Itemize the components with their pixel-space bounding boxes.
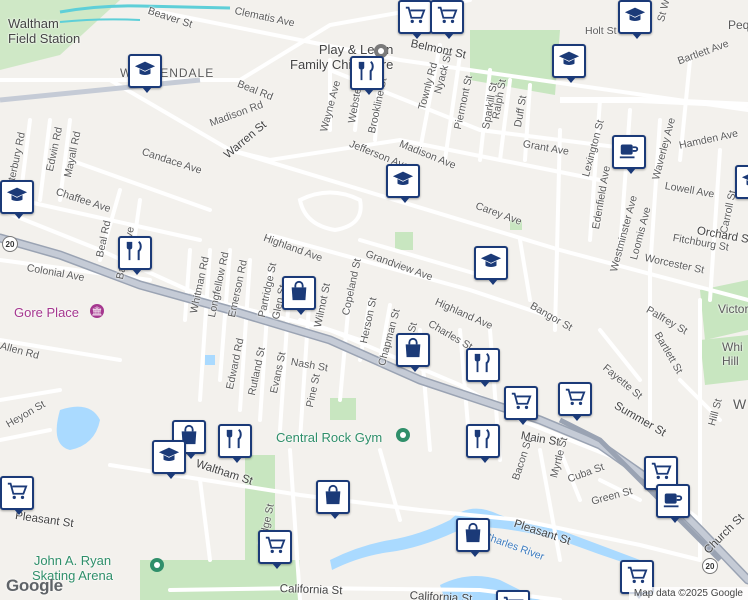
shopping-bag-icon <box>322 484 344 511</box>
shopping-cart-icon <box>436 4 458 31</box>
area-label-whi: Whi <box>722 340 743 354</box>
school-marker[interactable] <box>386 164 420 203</box>
shopping-cart-icon <box>650 460 672 487</box>
grocery-store-marker[interactable] <box>258 530 292 569</box>
street-label: Holt St <box>585 25 617 37</box>
area-label-victory: Victory <box>718 302 748 316</box>
grocery-store-marker[interactable] <box>496 590 530 600</box>
grocery-store-marker[interactable] <box>504 386 538 425</box>
grocery-store-marker[interactable] <box>0 476 34 515</box>
coffee-icon <box>618 139 640 166</box>
restaurant-icon <box>472 352 494 379</box>
grocery-store-marker[interactable] <box>558 382 592 421</box>
shopping-cart-icon <box>502 594 524 600</box>
gym-pin-icon[interactable] <box>396 428 410 442</box>
shopping-cart-icon <box>6 480 28 507</box>
grocery-store-marker[interactable] <box>398 0 432 39</box>
map-canvas[interactable]: Waltham Field Station WARRENDALE Play & L… <box>0 0 748 600</box>
park-pin-icon[interactable] <box>150 558 164 572</box>
place-label-waltham-field-station: Waltham Field Station <box>8 16 81 46</box>
shopping-bag-icon <box>288 280 310 307</box>
school-marker[interactable] <box>128 54 162 93</box>
route-20-shield-icon: 20 <box>702 558 718 574</box>
restaurant-marker[interactable] <box>218 424 252 463</box>
restaurant-icon <box>224 428 246 455</box>
school-marker[interactable] <box>552 44 586 83</box>
school-icon <box>480 250 502 277</box>
shopping-cart-icon <box>404 4 426 31</box>
store-marker[interactable] <box>316 480 350 519</box>
cafe-marker[interactable] <box>656 484 690 523</box>
restaurant-icon <box>356 60 378 87</box>
store-marker[interactable] <box>456 518 490 557</box>
store-marker[interactable] <box>282 276 316 315</box>
restaurant-marker[interactable] <box>350 56 384 95</box>
school-marker[interactable] <box>0 180 34 219</box>
restaurant-marker[interactable] <box>466 348 500 387</box>
area-label-w: W <box>733 396 747 412</box>
map-attribution[interactable]: Map data ©2025 Google <box>628 587 748 600</box>
school-icon <box>392 168 414 195</box>
restaurant-marker[interactable] <box>118 236 152 275</box>
school-icon <box>741 169 748 196</box>
school-icon <box>158 444 180 471</box>
place-label-gore-place: Gore Place <box>14 305 80 320</box>
school-icon <box>624 4 646 31</box>
shopping-cart-icon <box>510 390 532 417</box>
area-label-hill: Hill <box>722 354 739 368</box>
school-icon <box>6 184 28 211</box>
school-icon <box>134 58 156 85</box>
street-label: California St <box>279 583 343 598</box>
grocery-store-marker[interactable] <box>430 0 464 39</box>
restaurant-icon <box>124 240 146 267</box>
school-marker[interactable] <box>735 165 748 199</box>
coffee-icon <box>662 488 684 515</box>
route-20-shield-icon: 20 <box>2 236 18 252</box>
store-marker[interactable] <box>396 333 430 372</box>
shopping-cart-icon <box>564 386 586 413</box>
school-marker[interactable] <box>618 0 652 39</box>
school-icon <box>558 48 580 75</box>
place-label-central-rock-gym: Central Rock Gym <box>276 430 383 445</box>
school-marker[interactable] <box>152 440 186 479</box>
google-logo: Google <box>6 576 63 595</box>
restaurant-marker[interactable] <box>466 424 500 463</box>
cafe-marker[interactable] <box>612 135 646 174</box>
area-label-pequo: Pequo <box>728 18 748 32</box>
restaurant-icon <box>472 428 494 455</box>
shopping-cart-icon <box>264 534 286 561</box>
school-marker[interactable] <box>474 246 508 285</box>
shopping-bag-icon <box>462 522 484 549</box>
museum-pin-icon[interactable]: 🏛 <box>90 304 104 318</box>
shopping-bag-icon <box>402 337 424 364</box>
